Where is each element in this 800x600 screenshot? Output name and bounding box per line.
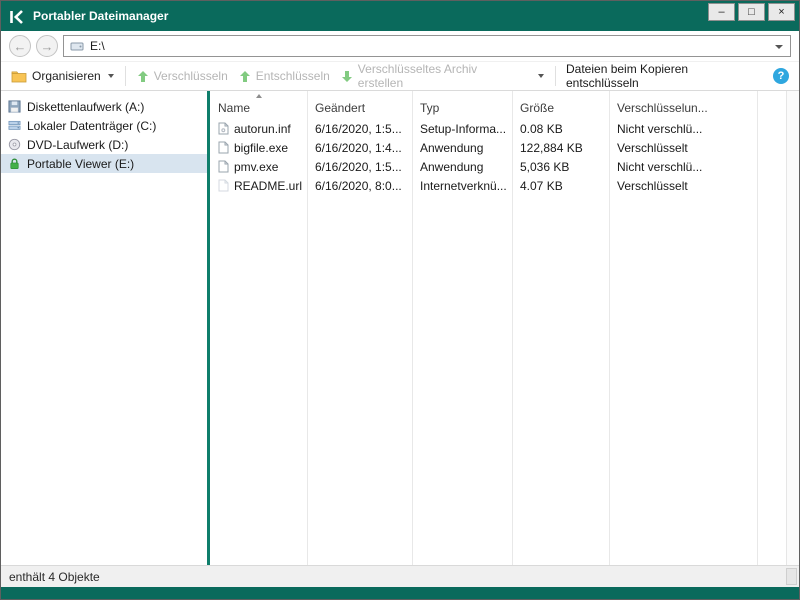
forward-button[interactable]: →: [36, 35, 58, 57]
toolbar-separator: [125, 66, 126, 86]
sort-ascending-icon: [256, 94, 262, 98]
window-title: Portabler Dateimanager: [33, 9, 168, 23]
file-modified: 6/16/2020, 1:5...: [307, 122, 412, 136]
main-area: Diskettenlaufwerk (A:) Lokaler Datenträg…: [1, 91, 799, 565]
file-row-pmv[interactable]: pmv.exe 6/16/2020, 1:5... Anwendung 5,03…: [210, 157, 786, 176]
object-count-text: enthält 4 Objekte: [9, 570, 100, 584]
decrypt-label: Entschlüsseln: [256, 69, 330, 83]
sidebar-item-label: DVD-Laufwerk (D:): [27, 138, 128, 152]
toolbar: Organisieren Verschlüsseln Entschlüsseln: [1, 61, 799, 91]
column-header-name[interactable]: Name: [210, 91, 307, 119]
chevron-down-icon: [538, 74, 544, 78]
file-name: README.url: [234, 179, 302, 193]
column-header-type[interactable]: Typ: [412, 91, 512, 119]
toolbar-separator: [555, 66, 556, 86]
lock-icon: [8, 157, 21, 170]
sidebar-item-label: Lokaler Datenträger (C:): [27, 119, 156, 133]
column-header-size[interactable]: Größe: [512, 91, 609, 119]
chevron-down-icon: [108, 74, 114, 78]
file-encryption: Verschlüsselt: [609, 179, 757, 193]
file-icon: [218, 141, 229, 154]
encrypt-button[interactable]: Verschlüsseln: [137, 69, 228, 83]
sidebar-item-drive-d[interactable]: DVD-Laufwerk (D:): [1, 135, 207, 154]
sidebar-item-label: Portable Viewer (E:): [27, 157, 134, 171]
organize-label: Organisieren: [32, 69, 101, 83]
file-size: 0.08 KB: [512, 122, 609, 136]
file-type: Setup-Informa...: [412, 122, 512, 136]
drive-icon: [70, 40, 84, 52]
address-path: E:\: [90, 39, 105, 53]
bottom-brand-strip: [1, 587, 799, 599]
encrypt-label: Verschlüsseln: [154, 69, 228, 83]
create-encrypted-archive-button[interactable]: Verschlüsseltes Archiv erstellen: [341, 62, 525, 90]
file-rows: autorun.inf 6/16/2020, 1:5... Setup-Info…: [210, 119, 786, 195]
floppy-icon: [8, 100, 21, 113]
status-bar: enthält 4 Objekte: [1, 565, 799, 587]
portable-file-manager-window: Portabler Dateimanager – □ × ← → E:\: [0, 0, 800, 600]
archive-arrow-icon: [341, 70, 353, 83]
encrypt-arrow-icon: [137, 70, 149, 83]
file-name: pmv.exe: [234, 160, 278, 174]
kaspersky-logo-icon: [9, 9, 25, 25]
maximize-button[interactable]: □: [738, 3, 765, 21]
file-list-pane: Name Geändert Typ Größe Verschlüsselun..…: [210, 91, 799, 565]
resize-grip[interactable]: [786, 568, 797, 585]
column-header-encryption[interactable]: Verschlüsselun...: [609, 91, 757, 119]
file-size: 5,036 KB: [512, 160, 609, 174]
organize-button[interactable]: Organisieren: [11, 69, 114, 83]
close-button[interactable]: ×: [768, 3, 795, 21]
file-type: Anwendung: [412, 160, 512, 174]
file-size: 4.07 KB: [512, 179, 609, 193]
titlebar[interactable]: Portabler Dateimanager: [1, 1, 799, 31]
folder-icon: [11, 70, 27, 83]
file-size: 122,884 KB: [512, 141, 609, 155]
vertical-scrollbar[interactable]: [786, 91, 799, 565]
file-icon: [218, 160, 229, 173]
window-controls: – □ ×: [708, 3, 795, 21]
address-bar[interactable]: E:\: [63, 35, 791, 57]
address-dropdown-icon[interactable]: [775, 45, 783, 49]
file-list-header: Name Geändert Typ Größe Verschlüsselun..…: [210, 91, 786, 119]
file-modified: 6/16/2020, 1:4...: [307, 141, 412, 155]
back-button[interactable]: ←: [9, 35, 31, 57]
file-name: autorun.inf: [234, 122, 291, 136]
decrypt-button[interactable]: Entschlüsseln: [239, 69, 330, 83]
hard-drive-icon: [8, 119, 21, 132]
toolbar-right-group: Dateien beim Kopieren entschlüsseln ?: [555, 62, 789, 90]
drives-sidebar: Diskettenlaufwerk (A:) Lokaler Datenträg…: [1, 91, 207, 565]
file-encryption: Nicht verschlü...: [609, 122, 757, 136]
sidebar-item-drive-a[interactable]: Diskettenlaufwerk (A:): [1, 97, 207, 116]
file-row-readme[interactable]: README.url 6/16/2020, 8:0... Internetver…: [210, 176, 786, 195]
sidebar-item-drive-e[interactable]: Portable Viewer (E:): [1, 154, 207, 173]
create-archive-label: Verschlüsseltes Archiv erstellen: [358, 62, 525, 90]
decrypt-arrow-icon: [239, 70, 251, 83]
help-icon[interactable]: ?: [773, 68, 789, 84]
sidebar-item-drive-c[interactable]: Lokaler Datenträger (C:): [1, 116, 207, 135]
sidebar-item-label: Diskettenlaufwerk (A:): [27, 100, 144, 114]
dvd-icon: [8, 138, 21, 151]
file-name: bigfile.exe: [234, 141, 288, 155]
archive-options-dropdown[interactable]: [536, 74, 544, 78]
copy-decrypt-label: Dateien beim Kopieren entschlüsseln: [566, 62, 763, 90]
file-row-bigfile[interactable]: bigfile.exe 6/16/2020, 1:4... Anwendung …: [210, 138, 786, 157]
file-type: Anwendung: [412, 141, 512, 155]
file-type: Internetverknü...: [412, 179, 512, 193]
file-row-autorun[interactable]: autorun.inf 6/16/2020, 1:5... Setup-Info…: [210, 119, 786, 138]
address-row: ← → E:\: [1, 31, 799, 61]
column-header-modified[interactable]: Geändert: [307, 91, 412, 119]
file-modified: 6/16/2020, 8:0...: [307, 179, 412, 193]
minimize-button[interactable]: –: [708, 3, 735, 21]
file-encryption: Nicht verschlü...: [609, 160, 757, 174]
url-file-icon: [218, 179, 229, 192]
setup-file-icon: [218, 122, 229, 135]
file-modified: 6/16/2020, 1:5...: [307, 160, 412, 174]
file-encryption: Verschlüsselt: [609, 141, 757, 155]
